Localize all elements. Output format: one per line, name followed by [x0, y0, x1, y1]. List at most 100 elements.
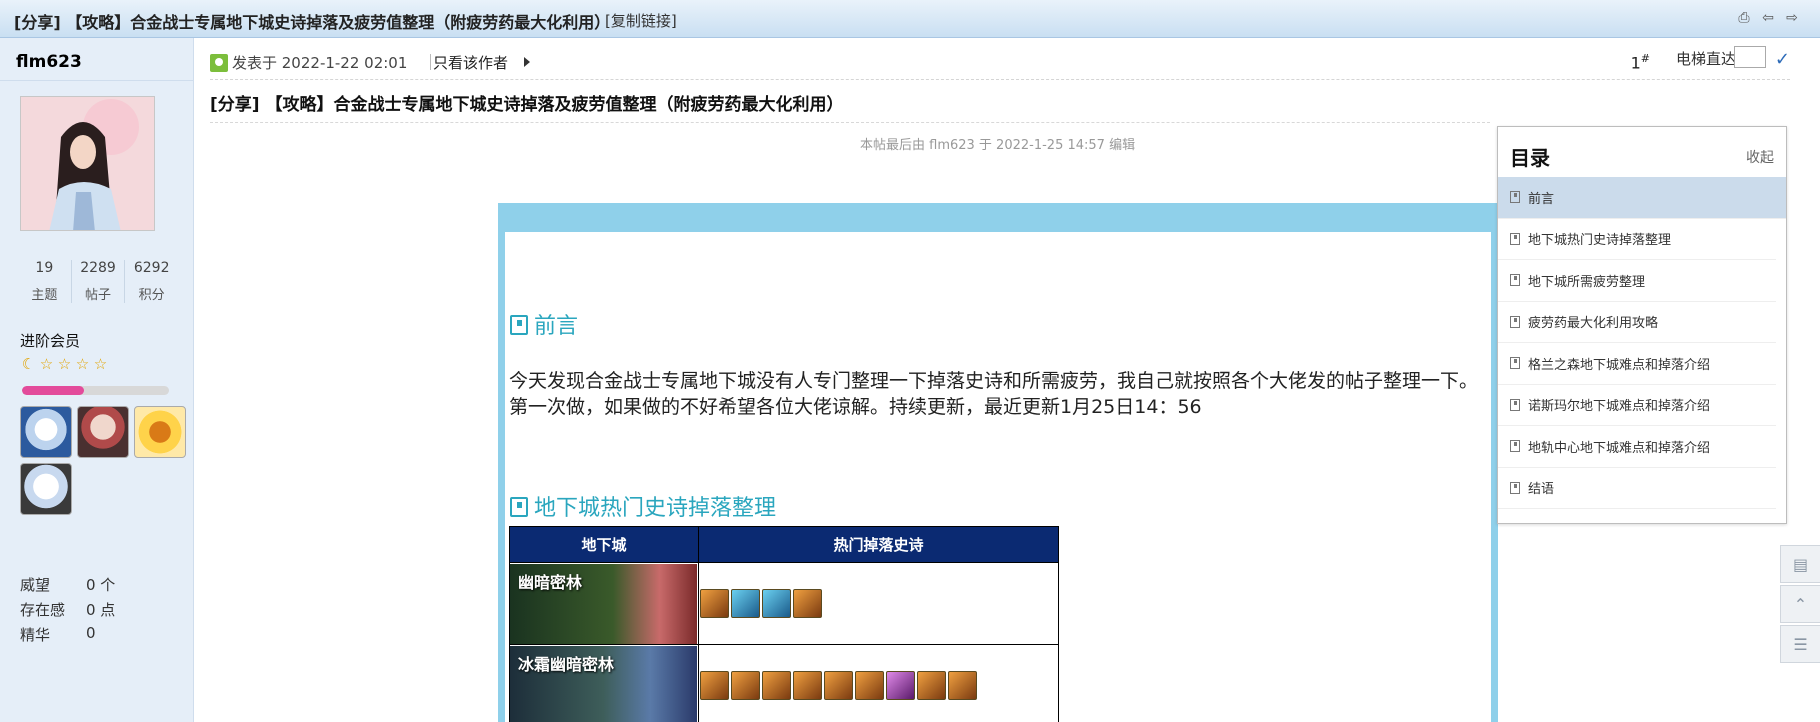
epic-gear-icon[interactable] — [762, 589, 791, 618]
toc-item[interactable]: 地轨中心地下城难点和掉落介绍 — [1498, 426, 1776, 468]
comment-icon[interactable]: ▤ — [1780, 545, 1820, 583]
gear-icon-row — [699, 589, 1058, 618]
epic-gear-icon[interactable] — [700, 671, 729, 700]
epic-gear-icon[interactable] — [762, 671, 791, 700]
table-header: 热门掉落史诗 — [698, 526, 1059, 563]
stat-threads[interactable]: 19 主题 — [18, 260, 72, 303]
info-value: 0 — [86, 624, 96, 642]
level-progress-bar — [22, 386, 169, 395]
divider — [0, 80, 194, 81]
epic-gear-icon[interactable] — [824, 671, 853, 700]
info-value: 0 点 — [86, 601, 116, 619]
post-title: [分享] 【攻略】合金战士专属地下城史诗掉落及疲劳值整理（附疲劳药最大化利用） — [210, 95, 844, 115]
toc-item[interactable]: 前言 — [1498, 177, 1786, 219]
content-frame-header — [498, 203, 1498, 232]
table-header: 地下城 — [509, 526, 699, 563]
back-to-top-icon[interactable]: ⌃ — [1780, 585, 1820, 623]
edit-note: 本帖最后由 flm623 于 2022-1-25 14:57 编辑 — [860, 138, 1136, 153]
info-value: 0 个 — [86, 576, 116, 594]
next-icon[interactable]: ⇨ — [1784, 10, 1800, 26]
epic-gear-icon[interactable] — [886, 671, 915, 700]
page-icon — [1510, 357, 1520, 370]
toc-item-label: 诺斯玛尔地下城难点和掉落介绍 — [1528, 399, 1711, 415]
medal-icon[interactable] — [20, 463, 72, 515]
page-icon — [1510, 315, 1520, 328]
gear-icon-row — [699, 671, 1058, 700]
drops-table: 地下城 热门掉落史诗 幽暗密林 冰霜幽暗密林 — [509, 526, 1059, 722]
toc-item[interactable]: 格兰之森地下城难点和掉落介绍 — [1498, 343, 1776, 385]
toc-item-label: 前言 — [1528, 191, 1555, 207]
author-info: 威望 0 个 存在感 0 点 精华 0 — [20, 574, 115, 649]
list-icon[interactable]: ☰ — [1780, 625, 1820, 663]
author-stats: 19 主题 2289 帖子 6292 积分 — [18, 260, 178, 303]
dungeon-image: 幽暗密林 — [510, 563, 697, 644]
floating-toolbar: ▤ ⌃ ☰ — [1780, 545, 1820, 665]
post-header: 发表于 2022-1-22 02:01 只看该作者 1# 电梯直达 ✓ — [210, 46, 1790, 80]
author-sidebar: flm623 19 主题 2289 帖子 6292 积分 进阶会员 ☾ ☆ ☆ — [0, 38, 194, 722]
posted-time: 发表于 2022-1-22 02:01 — [232, 54, 408, 72]
paragraph-line: 今天发现合金战士专属地下城没有人专门整理一下掉落史诗和所需疲劳，我自己就按照各个… — [509, 370, 1479, 392]
level-stars: ☾ ☆ ☆ ☆ ☆ — [20, 356, 109, 373]
medal-icon[interactable] — [77, 406, 129, 458]
toc-item-label: 地下城所需疲劳整理 — [1528, 274, 1646, 290]
toc-title: 目录 — [1510, 146, 1550, 170]
medal-icon[interactable] — [134, 406, 186, 458]
table-row: 冰霜幽暗密林 — [509, 644, 1059, 722]
elevator-input[interactable] — [1734, 46, 1766, 68]
toc-item-label: 地轨中心地下城难点和掉落介绍 — [1528, 440, 1711, 456]
epic-gear-icon[interactable] — [855, 671, 884, 700]
epic-gear-icon[interactable] — [917, 671, 946, 700]
epic-gear-icon[interactable] — [731, 589, 760, 618]
toc-list: 前言地下城热门史诗掉落整理 地下城所需疲劳整理疲劳药最大化利用攻略格兰之森地下城难… — [1498, 177, 1786, 509]
view-author-only-link[interactable]: 只看该作者 — [433, 52, 508, 73]
epic-gear-icon[interactable] — [793, 671, 822, 700]
paragraph-line: 第一次做，如果做的不好希望各位大佬谅解。持续更新，最近更新1月25日14：56 — [509, 396, 1202, 418]
section-heading-drops[interactable]: 地下城热门史诗掉落整理 — [510, 490, 776, 522]
toc-item[interactable]: 疲劳药最大化利用攻略 — [1498, 302, 1776, 343]
info-key: 精华 — [20, 626, 51, 644]
print-icon[interactable]: ⎙ — [1736, 10, 1752, 26]
thread-title-bar: [分享] 【攻略】合金战士专属地下城史诗掉落及疲劳值整理（附疲劳药最大化利用） … — [0, 0, 1820, 38]
divider — [210, 122, 1490, 123]
toc-item-label: 结语 — [1528, 482, 1555, 498]
online-status-icon — [210, 54, 228, 72]
page-icon — [1510, 232, 1520, 245]
toc-item[interactable]: 地下城所需疲劳整理 — [1498, 260, 1776, 302]
elevator-label: 电梯直达 — [1675, 50, 1736, 68]
epic-gear-icon[interactable] — [948, 671, 977, 700]
prev-icon[interactable]: ⇦ — [1760, 10, 1776, 26]
stat-posts[interactable]: 2289 帖子 — [72, 260, 126, 303]
star-icon: ☆ — [57, 355, 72, 373]
moon-icon: ☾ — [21, 355, 36, 373]
epic-gear-icon[interactable] — [793, 589, 822, 618]
section-heading-preface[interactable]: 前言 — [510, 308, 578, 340]
toc-panel: 目录 收起 前言地下城热门史诗掉落整理 地下城所需疲劳整理疲劳药最大化利用攻略格兰… — [1497, 126, 1787, 524]
level-progress-fill — [22, 386, 84, 395]
star-icon: ☆ — [75, 355, 90, 373]
floor-number[interactable]: 1# — [1631, 52, 1650, 72]
page-icon — [1510, 440, 1520, 453]
table-row: 幽暗密林 — [509, 562, 1059, 645]
toc-item-label: 格兰之森地下城难点和掉落介绍 — [1528, 357, 1711, 373]
copy-link-button[interactable]: [复制链接] — [605, 10, 677, 31]
preface-paragraph: 今天发现合金战士专属地下城没有人专门整理一下掉落史诗和所需疲劳，我自己就按照各个… — [509, 368, 1487, 420]
star-icon: ☆ — [39, 355, 54, 373]
author-name[interactable]: flm623 — [16, 52, 82, 72]
elevator-go-icon[interactable]: ✓ — [1775, 49, 1790, 70]
medal-icon[interactable] — [20, 406, 72, 458]
user-group[interactable]: 进阶会员 — [20, 330, 80, 351]
epic-gear-icon[interactable] — [731, 671, 760, 700]
toc-item[interactable]: 诺斯玛尔地下城难点和掉落介绍 — [1498, 385, 1776, 426]
stat-points[interactable]: 6292 积分 — [125, 260, 178, 303]
avatar[interactable] — [20, 96, 155, 231]
toc-collapse-button[interactable]: 收起 — [1746, 147, 1774, 167]
page-icon — [1510, 274, 1520, 287]
toc-item-label: 地下城热门史诗掉落整理 — [1528, 233, 1672, 249]
epic-gear-icon[interactable] — [700, 589, 729, 618]
toc-item[interactable]: 地下城热门史诗掉落整理 — [1498, 219, 1776, 260]
divider — [430, 54, 431, 70]
bookmark-icon — [510, 497, 528, 517]
toc-item[interactable]: 结语 — [1498, 468, 1776, 509]
info-key: 存在感 — [20, 601, 66, 619]
page-icon — [1510, 481, 1520, 494]
